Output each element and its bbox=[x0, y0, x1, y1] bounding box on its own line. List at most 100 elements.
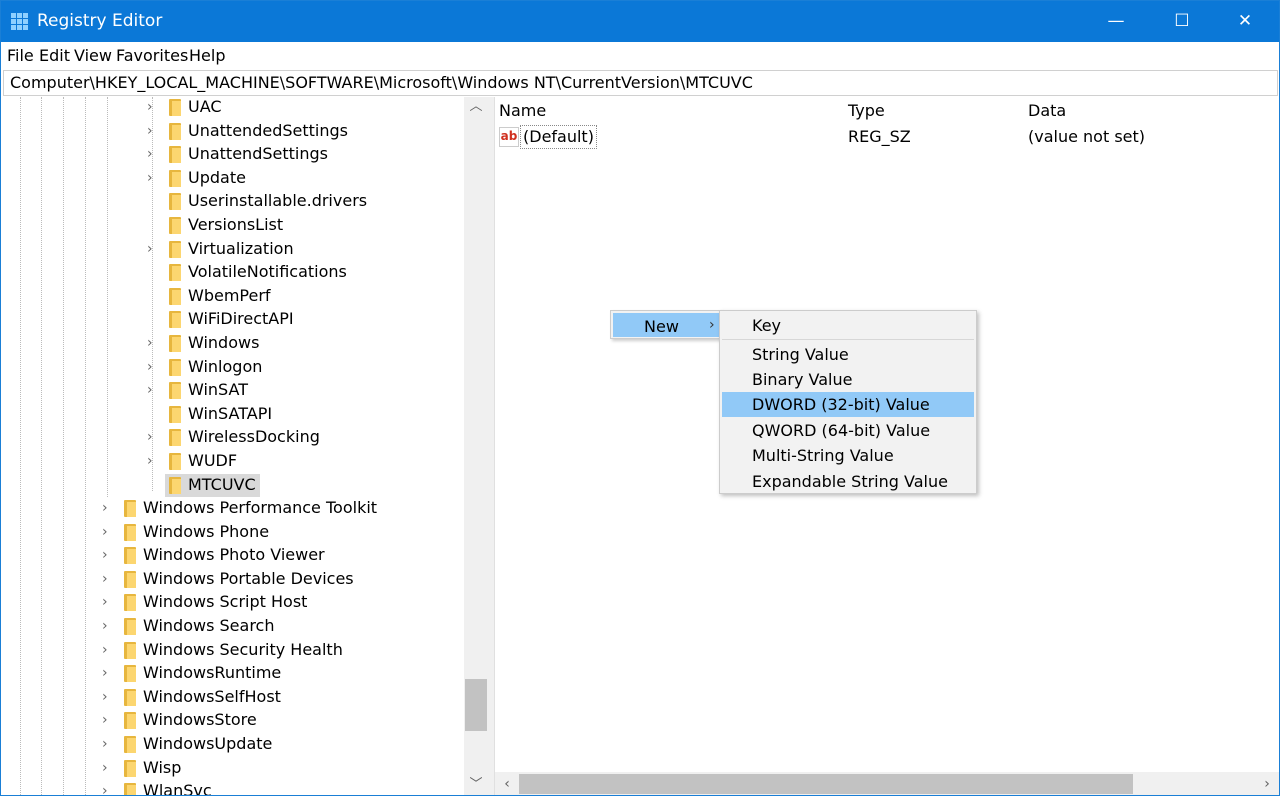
scroll-down-arrow-icon[interactable]: ﹀ bbox=[464, 775, 488, 795]
value-row-default[interactable]: ab (Default) REG_SZ (value not set) bbox=[495, 125, 1279, 149]
tree-vertical-scrollbar[interactable]: ︿ ﹀ bbox=[464, 97, 488, 795]
expand-chevron-icon[interactable]: › bbox=[147, 170, 159, 186]
menu-edit[interactable]: Edit bbox=[39, 46, 70, 65]
context-menu-new[interactable]: New › bbox=[613, 313, 719, 337]
list-horizontal-scrollbar[interactable]: ‹ › bbox=[495, 772, 1279, 795]
tree-scroll-thumb[interactable] bbox=[465, 679, 487, 731]
folder-icon bbox=[169, 287, 181, 305]
tree-item[interactable]: VolatileNotifications bbox=[1, 261, 461, 284]
tree-item[interactable]: › Wisp bbox=[1, 757, 461, 780]
expand-chevron-icon[interactable]: › bbox=[147, 453, 159, 469]
tree-item[interactable]: › Windows bbox=[1, 332, 461, 355]
tree-item[interactable]: › WUDF bbox=[1, 450, 461, 473]
expand-chevron-icon[interactable]: › bbox=[102, 524, 114, 540]
expand-chevron-icon[interactable]: › bbox=[102, 665, 114, 681]
expand-chevron-icon[interactable]: › bbox=[102, 783, 114, 795]
tree-item[interactable]: › Windows Performance Toolkit bbox=[1, 497, 461, 520]
submenu-item-label: String Value bbox=[752, 345, 849, 364]
expand-chevron-icon[interactable]: › bbox=[102, 642, 114, 658]
maximize-button[interactable]: ☐ bbox=[1152, 1, 1212, 42]
tree-item[interactable]: WiFiDirectAPI bbox=[1, 308, 461, 331]
expand-chevron-icon[interactable]: › bbox=[147, 146, 159, 162]
expand-chevron-icon[interactable]: › bbox=[147, 335, 159, 351]
tree-item-label: WinSATAPI bbox=[188, 403, 273, 423]
expand-chevron-icon[interactable]: › bbox=[147, 359, 159, 375]
tree-item[interactable]: › Windows Phone bbox=[1, 521, 461, 544]
registry-editor-window: Registry Editor — ☐ ✕ File Edit View Fav… bbox=[0, 0, 1280, 796]
scroll-right-arrow-icon[interactable]: › bbox=[1257, 774, 1277, 794]
tree-item-label: WbemPerf bbox=[188, 285, 271, 305]
expand-chevron-icon[interactable]: › bbox=[102, 736, 114, 752]
column-header-data[interactable]: Data bbox=[1028, 101, 1066, 120]
submenu-item-key[interactable]: Key bbox=[722, 313, 974, 338]
tree-item[interactable]: › Windows Search bbox=[1, 615, 461, 638]
tree-item[interactable]: › Update bbox=[1, 167, 461, 190]
tree-item-label: WlanSvc bbox=[143, 781, 212, 796]
expand-chevron-icon[interactable]: › bbox=[147, 99, 159, 115]
tree-item[interactable]: › WlanSvc bbox=[1, 780, 461, 796]
tree-item[interactable]: › Winlogon bbox=[1, 356, 461, 379]
expand-chevron-icon[interactable]: › bbox=[147, 123, 159, 139]
expand-chevron-icon[interactable]: › bbox=[102, 571, 114, 587]
submenu-item-binary-value[interactable]: Binary Value bbox=[722, 367, 974, 392]
tree-item[interactable]: WinSATAPI bbox=[1, 403, 461, 426]
tree-item[interactable]: › Virtualization bbox=[1, 238, 461, 261]
tree-item[interactable]: › UnattendSettings bbox=[1, 143, 461, 166]
tree-item[interactable]: › UnattendedSettings bbox=[1, 120, 461, 143]
tree-item[interactable]: › UAC bbox=[1, 97, 461, 119]
submenu-item-string-value[interactable]: String Value bbox=[722, 342, 974, 367]
submenu-item-dword-value[interactable]: DWORD (32-bit) Value bbox=[722, 392, 974, 417]
menu-favorites[interactable]: Favorites bbox=[116, 46, 188, 65]
column-header-name[interactable]: Name bbox=[499, 101, 546, 120]
expand-chevron-icon[interactable]: › bbox=[102, 689, 114, 705]
scroll-up-arrow-icon[interactable]: ︿ bbox=[464, 97, 488, 117]
tree-item[interactable]: › WindowsRuntime bbox=[1, 662, 461, 685]
column-header-type[interactable]: Type bbox=[848, 101, 885, 120]
address-bar[interactable]: Computer\HKEY_LOCAL_MACHINE\SOFTWARE\Mic… bbox=[3, 70, 1278, 96]
tree-item[interactable]: MTCUVC bbox=[1, 473, 461, 497]
tree-item[interactable]: › Windows Security Health bbox=[1, 639, 461, 662]
expand-chevron-icon[interactable]: › bbox=[147, 429, 159, 445]
expand-chevron-icon[interactable]: › bbox=[102, 618, 114, 634]
expand-chevron-icon[interactable]: › bbox=[102, 594, 114, 610]
tree-item[interactable]: › WinSAT bbox=[1, 379, 461, 402]
expand-chevron-icon[interactable]: › bbox=[102, 547, 114, 563]
tree-item[interactable]: Userinstallable.drivers bbox=[1, 190, 461, 213]
menu-file[interactable]: File bbox=[7, 46, 34, 65]
value-type: REG_SZ bbox=[848, 127, 911, 146]
submenu-item-label: QWORD (64-bit) Value bbox=[752, 421, 931, 440]
tree-item[interactable]: WbemPerf bbox=[1, 285, 461, 308]
tree-item[interactable]: VersionsList bbox=[1, 214, 461, 237]
tree-item[interactable]: › Windows Photo Viewer bbox=[1, 544, 461, 567]
title-bar[interactable]: Registry Editor — ☐ ✕ bbox=[1, 1, 1279, 42]
close-button[interactable]: ✕ bbox=[1215, 1, 1275, 42]
minimize-button[interactable]: — bbox=[1086, 1, 1146, 42]
tree-item[interactable]: › Windows Script Host bbox=[1, 591, 461, 614]
pane-splitter[interactable] bbox=[488, 97, 495, 795]
submenu-item-qword-value[interactable]: QWORD (64-bit) Value bbox=[722, 418, 974, 443]
folder-icon bbox=[124, 523, 136, 541]
tree-item[interactable]: › WindowsSelfHost bbox=[1, 686, 461, 709]
tree-item[interactable]: › Windows Portable Devices bbox=[1, 568, 461, 591]
expand-chevron-icon[interactable]: › bbox=[147, 382, 159, 398]
folder-icon bbox=[169, 193, 181, 211]
tree-item-label: Windows Security Health bbox=[143, 639, 343, 659]
tree-item[interactable]: › WirelessDocking bbox=[1, 426, 461, 449]
expand-chevron-icon[interactable]: › bbox=[147, 241, 159, 257]
expand-chevron-icon[interactable]: › bbox=[102, 712, 114, 728]
scroll-left-arrow-icon[interactable]: ‹ bbox=[497, 774, 517, 794]
submenu-item-expandable-string-value[interactable]: Expandable String Value bbox=[722, 469, 974, 494]
menu-help[interactable]: Help bbox=[189, 46, 225, 65]
menu-view[interactable]: View bbox=[74, 46, 112, 65]
submenu-item-multi-string-value[interactable]: Multi-String Value bbox=[722, 443, 974, 468]
expand-chevron-icon[interactable]: › bbox=[102, 500, 114, 516]
value-name[interactable]: (Default) bbox=[520, 125, 597, 149]
tree-item[interactable]: › WindowsUpdate bbox=[1, 733, 461, 756]
expand-chevron-icon[interactable]: › bbox=[102, 760, 114, 776]
tree-item[interactable]: › WindowsStore bbox=[1, 709, 461, 732]
list-scroll-thumb[interactable] bbox=[519, 774, 1133, 794]
submenu-item-label: Binary Value bbox=[752, 370, 853, 389]
submenu-item-label: Multi-String Value bbox=[752, 446, 894, 465]
key-tree[interactable]: › UAC › UnattendedSettings › UnattendSettings… bbox=[1, 97, 464, 796]
folder-icon bbox=[124, 547, 136, 565]
